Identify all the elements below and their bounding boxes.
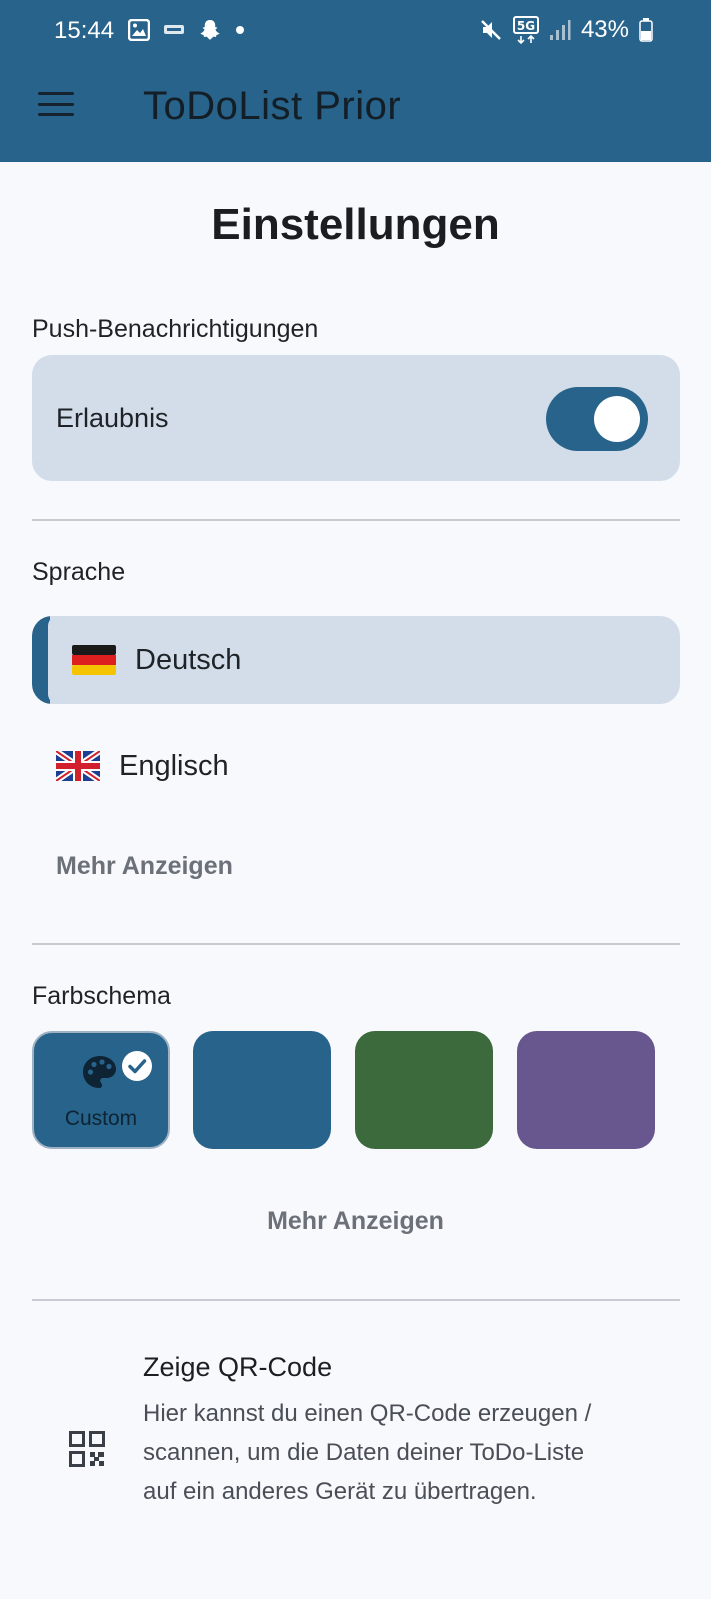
language-label-englisch: Englisch [119, 750, 229, 782]
5g-icon: 5G [512, 16, 539, 44]
language-section-label: Sprache [32, 558, 126, 586]
language-label-deutsch: Deutsch [135, 644, 242, 676]
5g-label: 5G [517, 19, 535, 33]
swatch-custom[interactable]: Custom [32, 1031, 170, 1149]
swatch-green[interactable] [355, 1031, 493, 1149]
divider [32, 943, 680, 945]
divider [32, 1299, 680, 1301]
battery-icon [639, 18, 653, 42]
permission-label: Erlaubnis [56, 403, 169, 433]
uk-flag-icon [56, 751, 100, 781]
notification-icon [164, 25, 184, 34]
permission-card[interactable]: Erlaubnis [32, 355, 680, 481]
color-scheme-section-label: Farbschema [32, 982, 171, 1010]
app-bar: 15:44 5G 43% ToDoList Prior [0, 0, 711, 162]
mute-icon [481, 20, 501, 40]
qr-code-description: Hier kannst du einen QR-Code erzeugen / … [143, 1400, 592, 1505]
color-scheme-more-button[interactable]: Mehr Anzeigen [0, 1207, 711, 1236]
swatch-purple[interactable] [517, 1031, 655, 1149]
germany-flag-icon [72, 645, 116, 675]
swatch-custom-label: Custom [64, 1107, 138, 1130]
dot-icon [236, 26, 244, 34]
status-icons-right: 5G 43% [479, 16, 653, 44]
divider [32, 519, 680, 521]
language-option-deutsch[interactable]: Deutsch [32, 616, 680, 704]
menu-icon [38, 92, 74, 95]
permission-toggle[interactable] [546, 387, 648, 451]
app-title: ToDoList Prior [143, 84, 402, 128]
image-icon [128, 19, 150, 41]
language-more-button[interactable]: Mehr Anzeigen [56, 852, 233, 881]
qr-code-icon [69, 1431, 105, 1467]
status-time: 15:44 [54, 17, 115, 44]
check-icon [122, 1051, 152, 1081]
toggle-knob [594, 396, 640, 442]
snapchat-icon [200, 20, 220, 40]
palette-icon [83, 1056, 116, 1088]
battery-percent: 43% [580, 16, 629, 43]
status-bar: 15:44 5G 43% [0, 0, 711, 60]
language-option-englisch[interactable]: Englisch [32, 722, 680, 810]
status-icons-left [128, 18, 246, 42]
menu-button[interactable] [34, 86, 78, 122]
notifications-section-label: Push-Benachrichtigungen [32, 315, 319, 343]
qr-code-title: Zeige QR-Code [143, 1352, 333, 1382]
page-title: Einstellungen [211, 200, 500, 249]
signal-icon [549, 20, 571, 40]
swatch-blue[interactable] [193, 1031, 331, 1149]
